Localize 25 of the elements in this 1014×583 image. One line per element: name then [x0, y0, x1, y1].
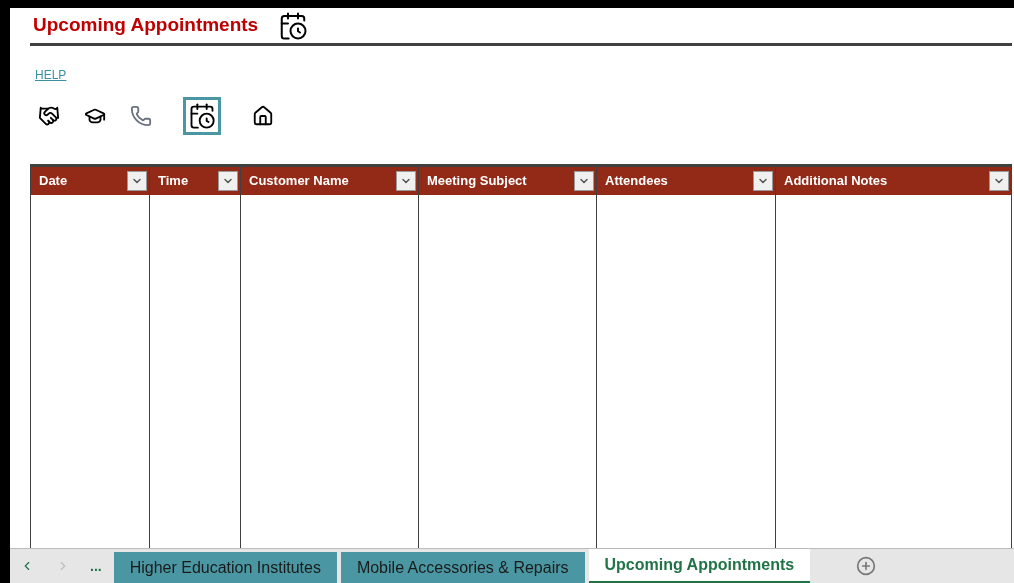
column-header: Time [150, 167, 240, 195]
sheet-tab[interactable]: Higher Education Institutes [113, 552, 337, 583]
column-header: Customer Name [241, 167, 418, 195]
filter-dropdown-button[interactable] [574, 171, 594, 191]
toolbar-button[interactable] [183, 97, 221, 135]
add-sheet-icon[interactable] [856, 556, 877, 576]
filter-dropdown-button[interactable] [989, 171, 1009, 191]
filter-dropdown-button[interactable] [127, 171, 147, 191]
filter-dropdown-button[interactable] [396, 171, 416, 191]
handshake-icon [38, 105, 60, 127]
more-tabs-button[interactable]: ... [90, 555, 102, 577]
column-header: Additional Notes [776, 167, 1011, 195]
sheet-tab[interactable]: Mobile Accessories & Repairs [340, 552, 585, 583]
column-header: Meeting Subject [419, 167, 596, 195]
filter-dropdown-button[interactable] [218, 171, 238, 191]
sheet-tab[interactable]: Upcoming Appointments [588, 549, 811, 583]
column-header: Date [31, 167, 149, 195]
help-link[interactable]: HELP [35, 68, 67, 82]
home-icon [252, 105, 274, 127]
phone-icon [130, 105, 152, 127]
page-title: Upcoming Appointments [33, 13, 259, 38]
filter-dropdown-button[interactable] [753, 171, 773, 191]
calendar-clock-icon [188, 102, 216, 130]
calendar-clock-icon [278, 10, 309, 41]
column-header: Attendees [597, 167, 775, 195]
